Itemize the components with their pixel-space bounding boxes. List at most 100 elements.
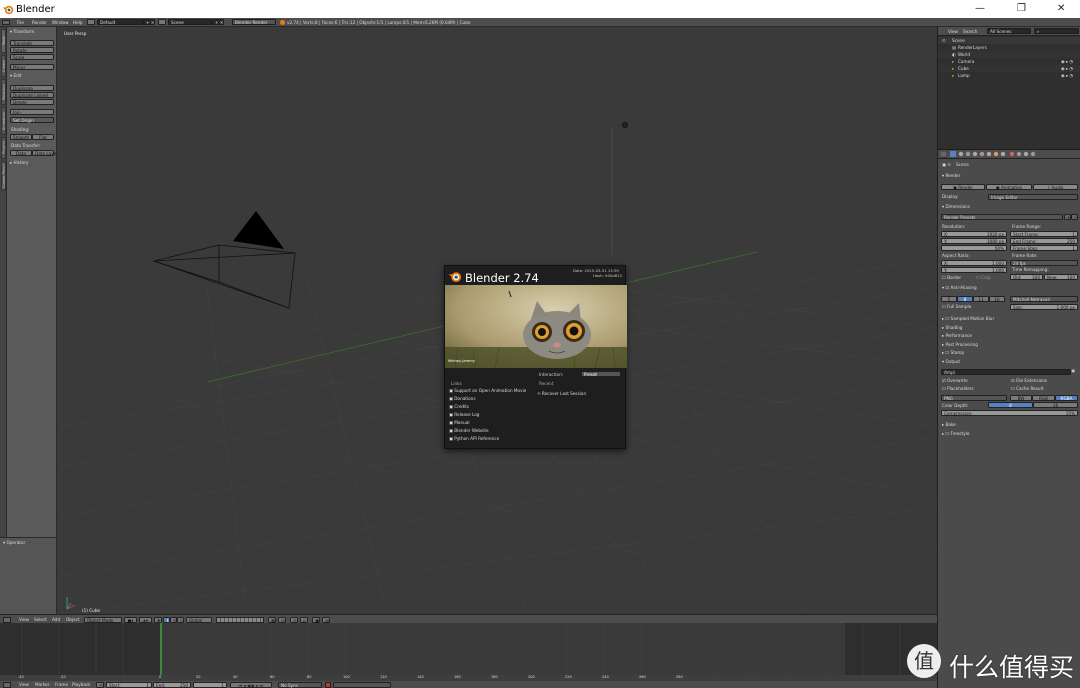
opengl-render-icon[interactable]: ▤ xyxy=(322,616,330,623)
placeholders-checkbox[interactable]: ☐ Placeholders xyxy=(942,386,974,391)
resolution-y-field[interactable]: Y: 1080 px xyxy=(941,238,1007,244)
data-layout-button[interactable]: Data Layo xyxy=(32,150,56,156)
compression-slider[interactable]: Compression: 15% xyxy=(941,410,1078,416)
aspect-x-field[interactable]: X: 1.000 xyxy=(941,260,1007,266)
pivot-select[interactable]: ◈▾ xyxy=(139,616,152,623)
flat-button[interactable]: Flat xyxy=(32,134,54,140)
aa-samples-5[interactable]: 5 xyxy=(941,296,957,302)
tab-tools[interactable]: Tools xyxy=(1,29,6,53)
panel-post-processing[interactable]: ▸ Post Processing xyxy=(942,342,978,347)
mirror-button[interactable]: Mirror xyxy=(10,64,54,70)
record-icon[interactable] xyxy=(325,681,331,688)
panel-sampled-motion-blur[interactable]: ▸ ☐ Sampled Motion Blur xyxy=(942,316,994,321)
minimize-button[interactable]: — xyxy=(975,3,985,14)
time-new-field[interactable]: New: 100 xyxy=(1044,274,1078,280)
sync-mode-select[interactable]: No Sync xyxy=(278,681,322,688)
menu-view[interactable]: View xyxy=(19,617,29,622)
frame-step-field[interactable]: Frame Step: 1 xyxy=(1010,245,1078,251)
aspect-y-field[interactable]: Y: 1.000 xyxy=(941,267,1007,273)
anti-aliasing-panel-header[interactable]: ▾ ☑ Anti-Aliasing xyxy=(942,285,977,290)
set-origin-select[interactable]: Set Origin xyxy=(10,117,54,123)
audio-button[interactable]: ♪ Audio xyxy=(1033,184,1078,190)
end-frame-field[interactable]: End Frame: 250 xyxy=(1010,238,1078,244)
scene-icon[interactable] xyxy=(158,19,166,25)
outliner-row-camera[interactable]: ▸ Camera ◉ ▸ ◔ xyxy=(938,58,1080,65)
color-depth-8[interactable]: 8 xyxy=(988,402,1033,408)
history-header[interactable]: ▸ History xyxy=(10,160,28,165)
timeline-menu-playback[interactable]: Playback xyxy=(72,682,91,687)
color-mode-bw[interactable]: BW xyxy=(1010,395,1032,401)
start-frame-field[interactable]: Start Frame: 1 xyxy=(1010,231,1078,237)
manipulator-toggle[interactable]: ✥ xyxy=(154,616,162,623)
duplicate-button[interactable]: Duplicate xyxy=(10,85,54,91)
scale-manipulator[interactable]: ⊡ xyxy=(177,616,184,623)
render-engine-select[interactable]: Blender Render xyxy=(232,19,276,25)
timeline-menu-view[interactable]: View xyxy=(19,682,29,687)
lock-layers-icon[interactable]: ▦ xyxy=(268,616,276,623)
crop-checkbox[interactable]: ☐ Crop xyxy=(976,275,991,280)
transform-orientation-select[interactable]: Global xyxy=(186,616,212,623)
edit-header[interactable]: ▾ Edit xyxy=(10,73,22,78)
menu-file[interactable]: File xyxy=(17,20,24,25)
freestyle-panel-header[interactable]: ▸ ☐ Freestyle xyxy=(942,431,969,436)
properties-tabs[interactable] xyxy=(938,150,1080,159)
rotate-manipulator[interactable]: ↻ xyxy=(170,616,177,623)
timeline-menu-frame[interactable]: Frame xyxy=(55,682,68,687)
screen-layout-add[interactable]: + ✕ xyxy=(143,19,155,25)
visibility-toggles[interactable]: ◉ ▸ ◔ xyxy=(1061,66,1073,71)
translate-manipulator[interactable]: ↕ xyxy=(163,616,170,623)
end-frame-field[interactable]: End: 250 xyxy=(153,681,191,688)
link-release-log[interactable]: ▣ Release Log xyxy=(449,412,537,420)
menu-render[interactable]: Render xyxy=(32,20,47,25)
property-context-icons[interactable] xyxy=(940,151,1080,158)
recover-last-session[interactable]: ⟲ Recover Last Session xyxy=(537,391,586,396)
close-button[interactable]: ✕ xyxy=(1057,3,1065,14)
render-button[interactable]: ▣ Render xyxy=(941,184,985,190)
tab-relations[interactable]: Relations xyxy=(1,79,6,105)
resolution-x-field[interactable]: X: 1920 px xyxy=(941,231,1007,237)
aa-samples-11[interactable]: 11 xyxy=(973,296,989,302)
folder-icon[interactable]: ▣ xyxy=(1071,368,1075,373)
editor-type-icon[interactable] xyxy=(3,616,11,623)
start-frame-field[interactable]: Start: 1 xyxy=(106,681,152,688)
timeline-area[interactable] xyxy=(0,623,937,675)
preset-add-button[interactable]: + xyxy=(1064,214,1071,220)
camera-object[interactable] xyxy=(152,244,296,309)
outliner-search-menu[interactable]: Search xyxy=(963,29,977,34)
tab-grease-pencil[interactable]: Grease Pencil xyxy=(1,161,6,191)
render-preview-icon[interactable]: ▣ xyxy=(312,616,320,623)
filter-size-field[interactable]: Size: 1.000 px xyxy=(1010,304,1078,310)
display-select[interactable]: Image Editor xyxy=(988,193,1078,200)
full-sample-checkbox[interactable]: ☐ Full Sample xyxy=(942,304,971,309)
panel-performance[interactable]: ▸ Performance xyxy=(942,333,972,338)
outliner-row-world[interactable]: ◐ World xyxy=(938,51,1080,58)
tab-animation[interactable]: Animation xyxy=(1,107,6,135)
outliner-scope-select[interactable]: All Scenes xyxy=(987,28,1031,34)
snap-element-icon[interactable]: ⌂ xyxy=(300,616,308,623)
time-old-field[interactable]: Old: 100 xyxy=(1010,274,1043,280)
outliner-row-renderlayers[interactable]: ▤ RenderLayers xyxy=(938,44,1080,51)
outliner-row-scene[interactable]: ⊙ Scene xyxy=(938,37,1080,44)
screen-layout-field[interactable]: Default xyxy=(97,19,143,25)
link-python-api[interactable]: ▣ Python API Reference xyxy=(449,436,537,444)
output-panel-header[interactable]: ▾ Output xyxy=(942,359,960,364)
current-frame-field[interactable]: 1 xyxy=(193,681,227,688)
operator-header[interactable]: ▾ Operator xyxy=(3,540,25,545)
outliner-row-cube[interactable]: ▸ Cube ◉ ▸ ◔ xyxy=(938,65,1080,72)
preview-range-icon[interactable]: ◷ xyxy=(96,681,104,688)
file-format-select[interactable]: PNG xyxy=(941,395,1007,401)
duplicate-linked-button[interactable]: Duplicate Linked xyxy=(10,92,54,98)
animation-button[interactable]: ▣ Animation xyxy=(986,184,1032,190)
menu-select[interactable]: Select xyxy=(34,617,47,622)
link-support[interactable]: ▣ Support an Open Animation Movie xyxy=(449,388,537,396)
playback-controls[interactable]: ⏮ ◂ ◀ ▶ ▸ ⏭ xyxy=(230,681,272,688)
border-checkbox[interactable]: ☐ Border xyxy=(942,275,961,280)
color-mode-rgb[interactable]: RGB xyxy=(1032,395,1055,401)
join-button[interactable]: Join xyxy=(10,109,54,115)
menu-add[interactable]: Add xyxy=(52,617,60,622)
file-extensions-checkbox[interactable]: ☑ File Extensions xyxy=(1011,378,1047,383)
outliner-view-menu[interactable]: View xyxy=(948,29,958,34)
layer-buttons[interactable] xyxy=(216,616,264,623)
data-button[interactable]: Data xyxy=(10,150,32,156)
overwrite-checkbox[interactable]: ☑ Overwrite xyxy=(942,378,968,383)
